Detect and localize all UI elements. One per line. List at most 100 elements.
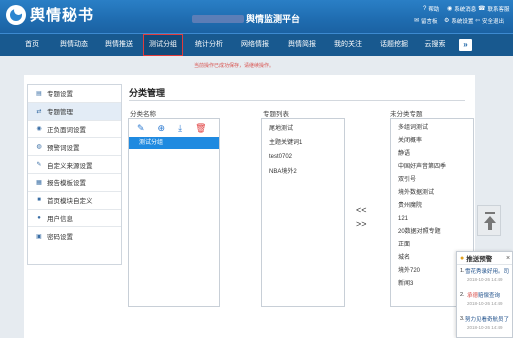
category-list-box: ✎ ⊕ ⤓ 🗑 测试分组 <box>128 118 220 307</box>
topic-list-item[interactable]: NBA境外2 <box>262 165 344 179</box>
topic-list-item[interactable]: test0702 <box>262 150 344 164</box>
topic-settings-icon: ▤ <box>36 90 42 97</box>
blurred-org-name <box>192 14 244 23</box>
sidebar-item-user-info[interactable]: ● 用户信息 <box>28 210 121 228</box>
nav-topic-mining[interactable]: 话题挖掘 <box>372 34 416 56</box>
alert-item-time: 2018-10-26 14:49 <box>467 325 503 330</box>
unclassified-item[interactable]: 中国好声音第四季 <box>391 161 473 174</box>
system-message-link[interactable]: ◉ 系统消息 <box>447 5 476 13</box>
notice-text: 当前操作已成功保存，请继续操作。 <box>194 63 275 69</box>
nav-more-button[interactable]: » <box>459 39 472 51</box>
app-header: 舆情秘书 舆情监测平台 ? 帮助 ◉ 系统消息 ☎ 联系客服 ✉ 留言板 ⚙ 系… <box>0 0 513 33</box>
alert-item[interactable]: 2. 承德 赔偿查询 2018-10-26 14:49 <box>457 289 512 313</box>
main-panel: ▤ 专题设置 ⇄ 专题管理 ◉ 正负面词设置 ◍ 预警词设置 ✎ 自定义来源设置… <box>24 75 475 338</box>
push-alert-popup: ● 推送预警 × 1. 雪花秀录好用。司 2018-10-26 14:49 2.… <box>456 251 513 338</box>
unclassified-item[interactable]: 静语 <box>391 148 473 161</box>
logo-text: 舆情秘书 <box>30 6 95 24</box>
settings-sidebar: ▤ 专题设置 ⇄ 专题管理 ◉ 正负面词设置 ◍ 预警词设置 ✎ 自定义来源设置… <box>27 84 122 265</box>
sidebar-item-label: 专题管理 <box>47 109 73 117</box>
alert-item[interactable]: 1. 雪花秀录好用。司 2018-10-26 14:49 <box>457 265 512 289</box>
topic-list-item[interactable]: 主题关键词1 <box>262 136 344 150</box>
nav-statistics[interactable]: 统计分析 <box>189 34 229 56</box>
custom-source-icon: ✎ <box>36 162 42 169</box>
unclassified-item[interactable]: 20数据对照专题 <box>391 226 473 239</box>
section-divider <box>129 100 465 101</box>
unclassified-item[interactable]: 多组词测试 <box>391 122 473 135</box>
unclassified-item[interactable]: 境外数据测试 <box>391 187 473 200</box>
alert-item-time: 2018-10-26 14:49 <box>467 277 503 282</box>
alert-item-text: 赔偿查询 <box>478 293 501 299</box>
delete-icon[interactable]: 🗑 <box>195 123 206 133</box>
move-controls: << >> <box>356 203 367 231</box>
up-arrow-icon <box>488 223 492 230</box>
alert-item-number: 2. <box>460 292 465 298</box>
sidebar-item-custom-source[interactable]: ✎ 自定义来源设置 <box>28 156 121 174</box>
homepage-module-icon: ■ <box>37 197 41 204</box>
unclassified-item[interactable]: 关闭概率 <box>391 135 473 148</box>
sidebar-item-topic-settings[interactable]: ▤ 专题设置 <box>28 85 121 103</box>
unclassified-item[interactable]: 双引号 <box>391 174 473 187</box>
logo[interactable]: 舆情秘书 <box>6 4 94 25</box>
report-template-icon: ▦ <box>36 179 42 186</box>
contact-icon: ☎ <box>478 6 486 12</box>
system-settings-label: 系统设置 <box>451 19 474 25</box>
sentiment-settings-icon: ◉ <box>36 126 42 133</box>
help-label: 帮助 <box>428 7 440 13</box>
nav-sentiment-push[interactable]: 舆情推送 <box>98 34 140 56</box>
download-icon[interactable]: ⤓ <box>178 123 182 133</box>
move-left-button[interactable]: << <box>356 203 367 217</box>
sidebar-item-label: 自定义来源设置 <box>47 162 93 170</box>
move-right-button[interactable]: >> <box>356 217 367 231</box>
sidebar-item-label: 正负面词设置 <box>47 126 86 134</box>
add-icon[interactable]: ⊕ <box>158 123 166 133</box>
sidebar-item-password[interactable]: ▣ 密码设置 <box>28 227 121 245</box>
settings-icon: ⚙ <box>444 18 450 24</box>
logout-link[interactable]: ⇦ 安全退出 <box>475 17 504 25</box>
nav-sentiment-feed[interactable]: 舆情动态 <box>52 34 96 56</box>
bell-icon: ● <box>460 254 465 262</box>
user-info-icon: ● <box>37 214 41 221</box>
unclassified-item[interactable]: 贵州魔院 <box>391 200 473 213</box>
nav-test-group[interactable]: 测试分组 <box>143 34 183 56</box>
category-toolbar: ✎ ⊕ ⤓ 🗑 <box>129 119 219 137</box>
sidebar-item-topic-manage[interactable]: ⇄ 专题管理 <box>28 102 121 121</box>
platform-title: 舆情监测平台 <box>246 14 301 24</box>
topic-list-item[interactable]: 尾地测试 <box>262 122 344 136</box>
nav-home[interactable]: 首页 <box>17 34 47 56</box>
sidebar-item-homepage-module[interactable]: ■ 首页模块自定义 <box>28 192 121 210</box>
nav-my-follows[interactable]: 我的关注 <box>327 34 369 56</box>
close-icon[interactable]: × <box>506 255 510 262</box>
help-link[interactable]: ? 帮助 <box>423 5 439 13</box>
sidebar-item-sentiment-words[interactable]: ◉ 正负面词设置 <box>28 121 121 139</box>
edit-icon[interactable]: ✎ <box>137 123 145 133</box>
system-message-label: 系统消息 <box>454 7 477 13</box>
back-to-top-button[interactable] <box>477 205 501 236</box>
nav-briefing[interactable]: 舆情简报 <box>280 34 324 56</box>
bulletin-icon: ◉ <box>447 6 453 12</box>
nav-cloud-search[interactable]: 云搜索 <box>418 34 452 56</box>
alert-header: ● 推送预警 <box>457 252 512 265</box>
main-nav: 首页 舆情动态 舆情推送 测试分组 统计分析 网络情报 舆情简报 我的关注 话题… <box>0 33 513 56</box>
alert-words-icon: ◍ <box>36 144 42 151</box>
unclassified-item[interactable]: 121 <box>391 213 473 226</box>
logout-icon: ⇦ <box>475 18 481 24</box>
alert-item[interactable]: 3. 努力见看奇航员了 2018-10-26 14:49 <box>457 313 512 337</box>
nav-intelligence[interactable]: 网络情报 <box>234 34 276 56</box>
platform-title-area: 舆情监测平台 <box>192 12 300 25</box>
contact-label: 联系客服 <box>487 7 510 13</box>
sidebar-item-alert-words[interactable]: ◍ 预警词设置 <box>28 138 121 157</box>
contact-link[interactable]: ☎ 联系客服 <box>478 5 510 13</box>
sidebar-item-label: 首页模块自定义 <box>47 198 93 206</box>
category-item[interactable]: 测试分组 <box>129 137 219 149</box>
topic-list-box[interactable]: 尾地测试 主题关键词1 test0702 NBA境外2 <box>261 118 345 307</box>
sidebar-item-label: 用户信息 <box>47 215 73 223</box>
message-board-link[interactable]: ✉ 留言板 <box>414 17 438 25</box>
sidebar-item-label: 预警词设置 <box>47 144 80 152</box>
sidebar-item-label: 密码设置 <box>47 234 73 242</box>
section-title: 分类管理 <box>129 88 166 98</box>
category-column-header: 分类名称 <box>130 111 156 118</box>
logo-icon <box>6 4 26 25</box>
sidebar-item-report-template[interactable]: ▦ 报告模板设置 <box>28 174 121 192</box>
alert-title: 推送预警 <box>466 256 493 263</box>
system-settings-link[interactable]: ⚙ 系统设置 <box>444 17 473 25</box>
